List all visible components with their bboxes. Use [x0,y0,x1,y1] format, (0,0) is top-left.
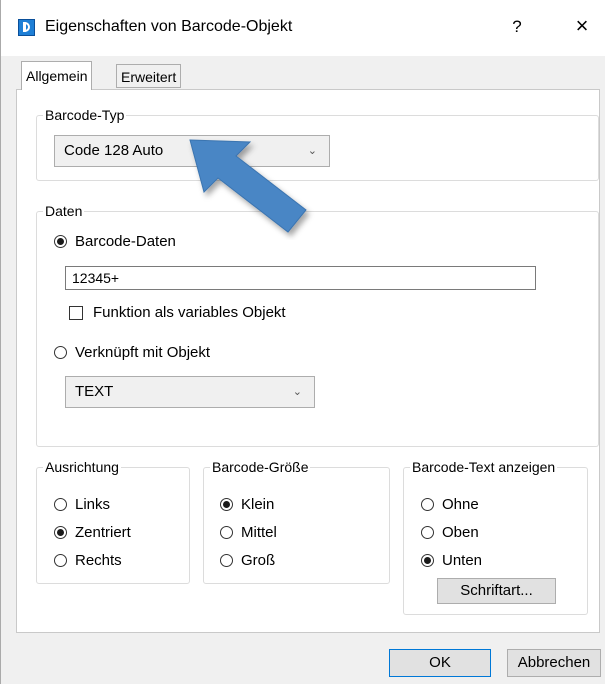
tab-erweitert[interactable]: Erweitert [116,64,182,88]
radio-label: Groß [241,552,276,569]
ok-button[interactable]: OK [389,649,491,677]
select-value: Code 128 Auto [64,142,164,159]
radio-gross[interactable]: Groß [220,552,275,569]
tab-allgemein[interactable]: Allgemein [21,61,93,90]
close-icon[interactable]: × [569,12,595,40]
radio-indicator [421,498,434,511]
dialog-window: Eigenschaften von Barcode-Objekt ? × All… [0,0,605,684]
app-icon [18,19,35,36]
radio-indicator [54,554,67,567]
cancel-button[interactable]: Abbrechen [507,649,601,677]
font-button[interactable]: Schriftart... [437,578,556,604]
radio-rechts[interactable]: Rechts [54,552,122,569]
radio-label: Ohne [442,496,479,513]
radio-indicator [421,526,434,539]
radio-label: Unten [442,552,483,569]
radio-label: Mittel [241,524,277,541]
window-title: Eigenschaften von Barcode-Objekt [45,18,293,35]
radio-indicator [54,235,67,248]
radio-klein[interactable]: Klein [220,496,274,513]
radio-label: Zentriert [75,524,131,541]
checkbox-variable-objekt[interactable]: Funktion als variables Objekt [69,304,286,321]
checkbox-label: Funktion als variables Objekt [93,304,286,321]
barcode-data-input[interactable]: 12345+ [65,266,536,290]
select-value: TEXT [75,383,114,400]
radio-label: Barcode-Daten [75,233,176,250]
radio-label: Rechts [75,552,122,569]
group-label: Barcode-Text anzeigen [412,459,556,475]
radio-indicator [421,554,434,567]
group-label: Barcode-Typ [45,107,125,123]
linked-object-select[interactable]: TEXT ⌄ [65,376,315,408]
radio-indicator [54,346,67,359]
radio-unten[interactable]: Unten [421,552,482,569]
radio-indicator [220,554,233,567]
pointer-arrow-icon [189,139,307,233]
radio-verknuepft[interactable]: Verknüpft mit Objekt [54,344,210,361]
radio-ohne[interactable]: Ohne [421,496,479,513]
radio-barcode-daten[interactable]: Barcode-Daten [54,233,176,250]
radio-label: Oben [442,524,479,541]
radio-indicator [220,526,233,539]
radio-mittel[interactable]: Mittel [220,524,277,541]
radio-indicator [220,498,233,511]
group-label: Barcode-Größe [212,459,309,475]
radio-indicator [54,526,67,539]
checkbox-indicator [69,305,83,320]
radio-label: Links [75,496,111,513]
chevron-down-icon: ⌄ [292,386,302,398]
radio-zentriert[interactable]: Zentriert [54,524,131,541]
title-bar: Eigenschaften von Barcode-Objekt ? × [1,0,605,56]
radio-label: Verknüpft mit Objekt [75,344,211,361]
radio-oben[interactable]: Oben [421,524,479,541]
radio-label: Klein [241,496,275,513]
radio-links[interactable]: Links [54,496,110,513]
group-label: Daten [45,203,83,219]
help-button[interactable]: ? [505,14,529,40]
radio-indicator [54,498,67,511]
group-label: Ausrichtung [45,459,119,475]
